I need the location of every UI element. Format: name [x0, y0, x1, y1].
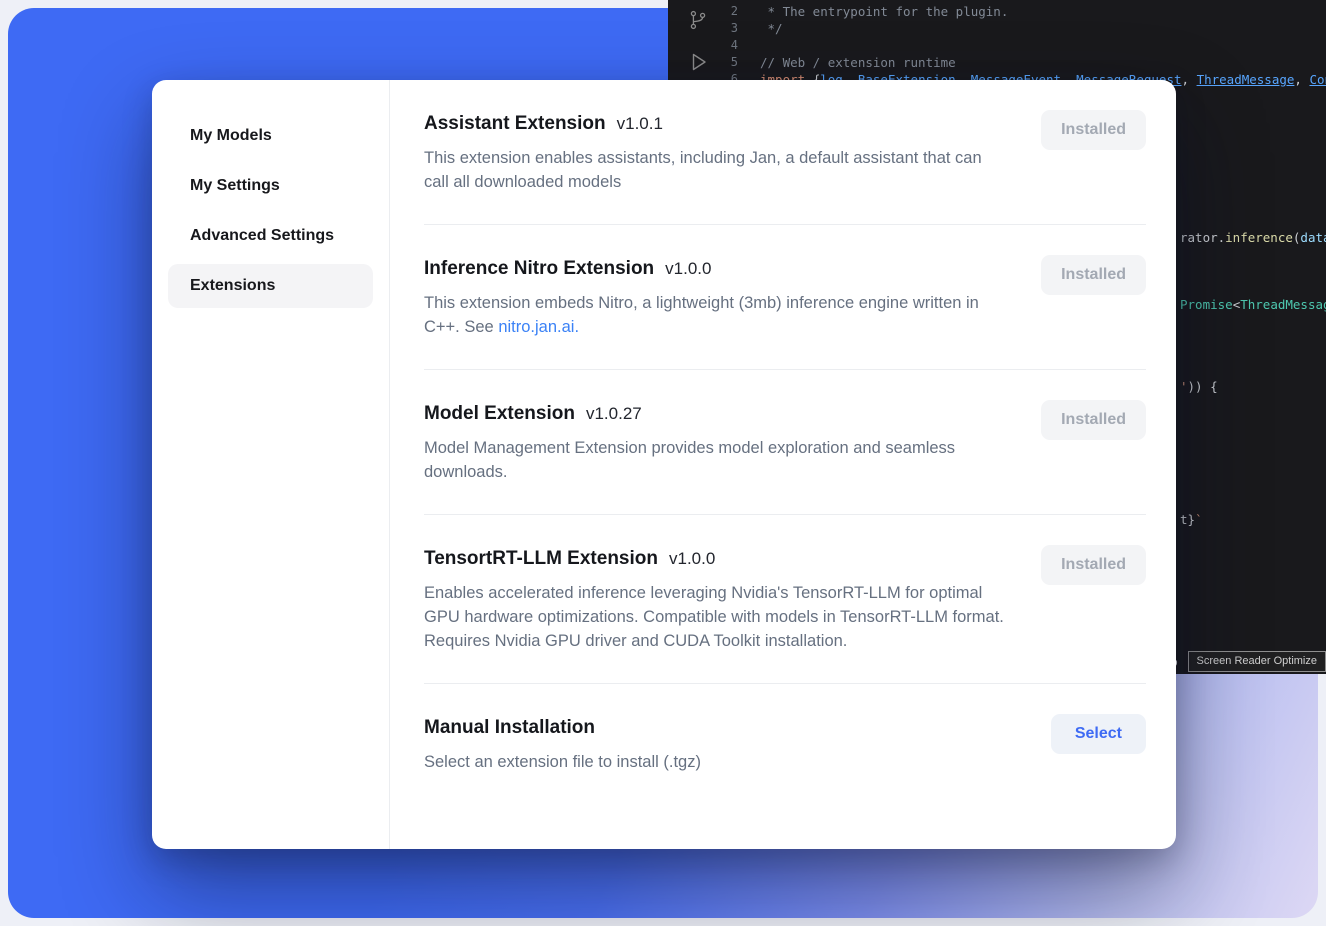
sidebar-item-advanced-settings[interactable]: Advanced Settings: [168, 214, 373, 258]
extension-title-line: Manual Installation: [424, 717, 1146, 739]
sidebar-item-my-models[interactable]: My Models: [168, 114, 373, 158]
extension-title-line: TensortRT-LLM Extension v1.0.0: [424, 548, 1146, 570]
extension-title: Manual Installation: [424, 717, 595, 738]
code-lines: * The entrypoint for the plugin. */ // W…: [760, 3, 1326, 88]
section-divider: [424, 514, 1146, 515]
extension-version: v1.0.1: [617, 114, 663, 133]
installed-button[interactable]: Installed: [1041, 255, 1146, 295]
installed-button[interactable]: Installed: [1041, 400, 1146, 440]
run-debug-icon[interactable]: [686, 50, 710, 74]
extension-title: TensortRT-LLM Extension: [424, 548, 658, 569]
sidebar-item-extensions[interactable]: Extensions: [168, 264, 373, 308]
extension-title-line: Assistant Extension v1.0.1: [424, 113, 1146, 135]
installed-button[interactable]: Installed: [1041, 110, 1146, 150]
sidebar-item-my-settings[interactable]: My Settings: [168, 164, 373, 208]
extension-title-line: Model Extension v1.0.27: [424, 403, 1146, 425]
sidebar-item-label: Extensions: [190, 277, 275, 295]
extension-description: Model Management Extension provides mode…: [424, 436, 1009, 484]
settings-modal: My Models My Settings Advanced Settings …: [152, 80, 1176, 849]
editor-statusbar: go Screen Reader Optimize: [1164, 651, 1326, 672]
code-fragment: ')) {: [1180, 378, 1218, 395]
extension-description: Select an extension file to install (.tg…: [424, 750, 1009, 774]
extension-description: This extension enables assistants, inclu…: [424, 146, 1009, 194]
extensions-panel: Assistant Extension v1.0.1 Installed This…: [390, 80, 1176, 849]
extension-row-tensorrt-llm: TensortRT-LLM Extensionv1.0.0 Installed …: [424, 548, 1146, 653]
sidebar-item-label: My Models: [190, 127, 272, 145]
extension-row-model: Model Extension v1.0.27 Installed Model M…: [424, 403, 1146, 484]
line-numbers: 23456: [708, 3, 738, 88]
section-divider: [424, 683, 1146, 684]
extension-version: v1.0.0: [669, 549, 715, 568]
extension-title: Assistant Extension: [424, 113, 606, 134]
code-fragment: t}`: [1180, 511, 1203, 528]
installed-button[interactable]: Installed: [1041, 545, 1146, 585]
source-control-icon[interactable]: [687, 8, 709, 32]
extension-description: This extension embeds Nitro, a lightweig…: [424, 291, 1009, 339]
settings-sidebar: My Models My Settings Advanced Settings …: [152, 80, 390, 849]
nitro-jan-ai-link[interactable]: nitro.jan.ai.: [498, 318, 579, 336]
extension-row-inference-nitro: Inference Nitro Extension v1.0.0 Installe…: [424, 258, 1146, 339]
code-fragment: rator.inference(data));: [1180, 229, 1326, 246]
extension-title: Model Extension: [424, 403, 575, 424]
extension-title-line: Inference Nitro Extension v1.0.0: [424, 258, 1146, 280]
extension-row-assistant: Assistant Extension v1.0.1 Installed This…: [424, 113, 1146, 194]
extension-version: v1.0.27: [586, 404, 642, 423]
extension-title: Inference Nitro Extension: [424, 258, 654, 279]
code-fragment: Promise<ThreadMessage>: [1180, 296, 1326, 313]
extension-version: v1.0.0: [665, 259, 711, 278]
screen-reader-optimize-button[interactable]: Screen Reader Optimize: [1188, 651, 1326, 672]
sidebar-item-label: Advanced Settings: [190, 227, 334, 245]
select-file-button[interactable]: Select: [1051, 714, 1146, 754]
section-divider: [424, 224, 1146, 225]
extension-description: Enables accelerated inference leveraging…: [424, 581, 1009, 653]
manual-installation-row: Manual Installation Select Select an ext…: [424, 717, 1146, 774]
section-divider: [424, 369, 1146, 370]
sidebar-item-label: My Settings: [190, 177, 280, 195]
